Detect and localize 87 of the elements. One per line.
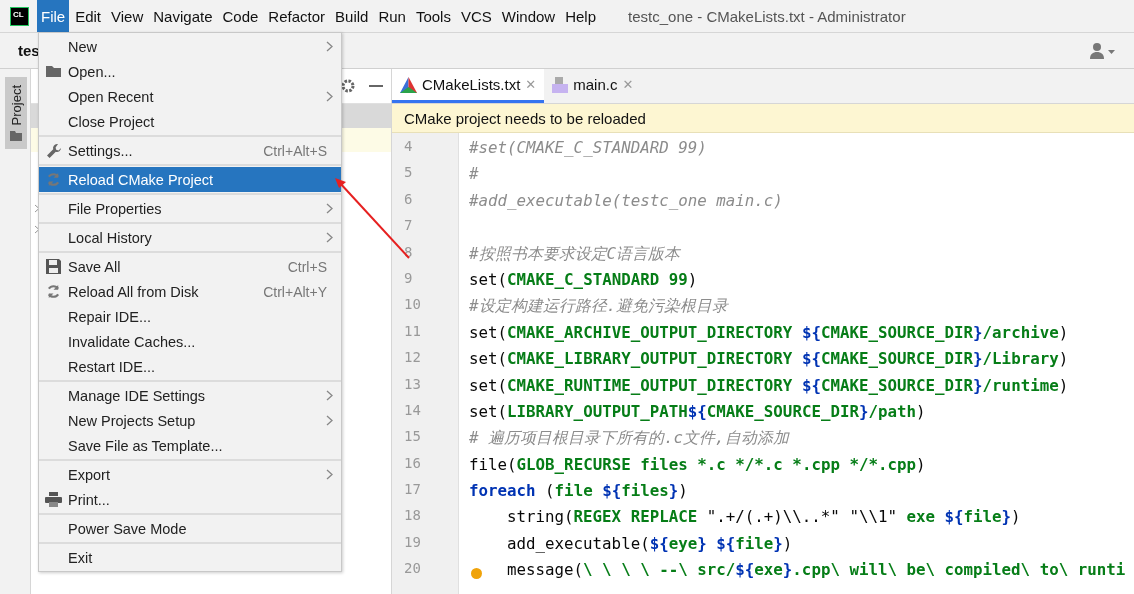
menu-entry[interactable]: Reload All from Disk Ctrl+Alt+Y (39, 279, 341, 304)
menu-entry[interactable]: New (39, 34, 341, 59)
code-line: #set(CMAKE_C_STANDARD 99) (469, 138, 707, 157)
code-line: message(\ \ \ \ --\ src/${exe}.cpp\ will\ be\ compiled\ to\ runti (507, 560, 1126, 580)
menu-entry[interactable]: New Projects Setup (39, 408, 341, 433)
code-line: # 遍历项目根目录下所有的.c文件,自动添加 (469, 428, 789, 448)
code-line: foreach (file ${files}) (469, 481, 688, 501)
line-number: 19 (404, 533, 421, 550)
menu-entry[interactable]: Repair IDE... (39, 304, 341, 329)
line-number: 4 (404, 138, 413, 154)
code-line: string(REGEX REPLACE ".+/(.+)\\..*" "\\1" exe ${file}) (507, 507, 1021, 527)
code-line: set(CMAKE_ARCHIVE_OUTPUT_DIRECTORY ${CMAKE_SOURCE_DIR}/archive) (469, 322, 1069, 342)
menu-entry[interactable]: Open Recent (39, 84, 341, 109)
menu-entry[interactable]: Exit (39, 545, 341, 570)
reload-icon (46, 284, 61, 299)
menu-entry[interactable]: Settings... Ctrl+Alt+S (39, 138, 341, 163)
code-line: add_executable(${eye} ${file}) (507, 533, 793, 553)
reload-banner: CMake project needs to be reloaded (392, 104, 1134, 133)
menu-item[interactable]: Help (561, 0, 601, 32)
menu-item[interactable]: View (107, 0, 148, 32)
line-number: 5 (404, 164, 413, 181)
chevron-icon[interactable] (34, 225, 40, 234)
triangle-icon (400, 76, 417, 93)
window-title: testc_one - CMakeLists.txt - Administrator (628, 7, 906, 25)
menu-entry[interactable]: Invalidate Caches... (39, 329, 341, 354)
line-number: 6 (404, 190, 413, 207)
line-number: 9 (404, 269, 413, 286)
app-logo: CL (10, 6, 29, 26)
menu-item[interactable]: File (37, 0, 70, 32)
project-name: tes (18, 42, 40, 59)
tab-label: CMakeLists.txt (422, 76, 521, 93)
menu-item[interactable]: VCS (456, 0, 496, 32)
project-tool-tab[interactable]: Project (5, 77, 27, 150)
code-line: set(CMAKE_RUNTIME_OUTPUT_DIRECTORY ${CMAKE_SOURCE_DIR}/runtime) (469, 375, 1069, 395)
menu-entry[interactable]: Print... (39, 487, 341, 512)
user-icon[interactable] (1090, 42, 1116, 59)
menu-entry[interactable]: Save File as Template... (39, 433, 341, 458)
menu-item[interactable]: Refactor (264, 0, 330, 32)
menu-item[interactable]: Tools (411, 0, 455, 32)
line-number: 7 (404, 217, 413, 234)
menu-entry[interactable]: Save All Ctrl+S (39, 254, 341, 279)
code-line: #add_executable(testc_one main.c) (469, 190, 783, 210)
editor-tab[interactable]: CMakeLists.txt ✕ (392, 69, 545, 103)
code-line: #设定构建运行路径.避免污染根目录 (469, 296, 729, 316)
line-number: 17 (404, 481, 421, 498)
menu-item[interactable]: Build (331, 0, 373, 32)
menu-entry[interactable]: Power Save Mode (39, 516, 341, 541)
menu-item[interactable]: Window (497, 0, 560, 32)
save-icon (46, 259, 61, 274)
code-line: file(GLOB_RECURSE files *.c */*.c *.cpp */*.cpp) (469, 454, 926, 474)
folder-icon (45, 65, 62, 78)
menu-entry[interactable]: Reload CMake Project (39, 167, 341, 192)
line-number: 15 (404, 428, 421, 445)
line-number: 20 (404, 560, 421, 577)
editor-tab[interactable]: main.c ✕ (544, 69, 642, 103)
menu-entry[interactable]: Export (39, 462, 341, 487)
breakpoint-dot[interactable] (471, 568, 482, 580)
printer-icon (45, 492, 62, 507)
menu-item[interactable]: Navigate (149, 0, 217, 32)
menu-entry[interactable]: Restart IDE... (39, 354, 341, 379)
chevron-icon[interactable] (34, 204, 40, 213)
code-line: set(CMAKE_LIBRARY_OUTPUT_DIRECTORY ${CMAKE_SOURCE_DIR}/Library) (469, 349, 1069, 369)
menu-entry[interactable]: Manage IDE Settings (39, 383, 341, 408)
code-line: set(LIBRARY_OUTPUT_PATH${CMAKE_SOURCE_DIR}/path) (469, 401, 926, 421)
reload-icon (46, 172, 61, 187)
line-number: 13 (404, 375, 421, 392)
menu-entry[interactable]: Close Project (39, 109, 341, 134)
menu-entry[interactable]: Local History (39, 225, 341, 250)
code-line: # (469, 164, 479, 184)
code-line: set(CMAKE_C_STANDARD 99) (469, 269, 698, 289)
tab-label: main.c (573, 76, 618, 93)
line-number: 16 (404, 454, 421, 471)
menu-entry[interactable]: Open... (39, 59, 341, 84)
menu-item[interactable]: Edit (71, 0, 106, 32)
line-number: 18 (404, 507, 421, 524)
menu-entry[interactable]: File Properties (39, 196, 341, 221)
code-line: #按照书本要求设定C语言版本 (469, 243, 681, 263)
wrench-icon (45, 142, 62, 159)
line-number: 14 (404, 401, 421, 418)
folder-icon (10, 131, 22, 142)
settings-icon[interactable] (341, 79, 355, 93)
menu-item[interactable]: Code (218, 0, 263, 32)
line-number: 11 (404, 322, 421, 339)
line-number: 12 (404, 349, 421, 366)
c-file-icon (552, 76, 569, 93)
menu-item[interactable]: Run (374, 0, 410, 32)
line-number: 10 (404, 296, 421, 313)
